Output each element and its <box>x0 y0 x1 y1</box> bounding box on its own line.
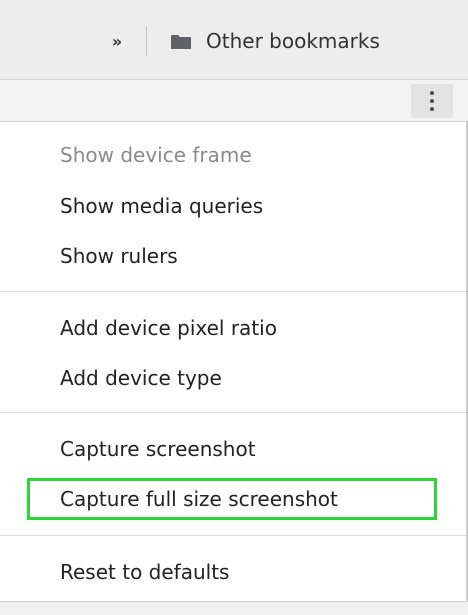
menu-separator <box>0 535 466 536</box>
menu-separator <box>0 412 466 413</box>
folder-icon[interactable] <box>170 34 192 50</box>
double-chevron-right-icon[interactable]: » <box>106 31 128 53</box>
menu-item-add-device-pixel-ratio[interactable]: Add device pixel ratio <box>60 308 277 348</box>
devtools-device-menu-screen: » Other bookmarks Show device frame Show… <box>0 0 468 615</box>
bottom-strip <box>0 601 468 615</box>
menu-item-show-media-queries[interactable]: Show media queries <box>60 186 263 226</box>
devtools-toolbar <box>0 80 468 122</box>
menu-item-show-device-frame: Show device frame <box>60 143 252 167</box>
menu-item-capture-screenshot[interactable]: Capture screenshot <box>60 429 256 469</box>
menu-item-add-device-type[interactable]: Add device type <box>60 358 222 398</box>
menu-item-show-rulers[interactable]: Show rulers <box>60 236 178 276</box>
vertical-dots-icon <box>430 91 434 95</box>
bookmarks-bar-divider <box>146 26 147 56</box>
device-mode-menu: Show device frame Show media queries Sho… <box>0 122 468 615</box>
bookmarks-bar: » Other bookmarks <box>0 0 468 80</box>
menu-item-capture-full-size-screenshot[interactable]: Capture full size screenshot <box>60 479 338 519</box>
vertical-dots-icon <box>430 107 434 111</box>
other-bookmarks-link[interactable]: Other bookmarks <box>206 27 380 55</box>
more-options-button[interactable] <box>411 84 453 118</box>
menu-item-reset-to-defaults[interactable]: Reset to defaults <box>60 552 229 592</box>
menu-separator <box>0 291 466 292</box>
vertical-dots-icon <box>430 99 434 103</box>
